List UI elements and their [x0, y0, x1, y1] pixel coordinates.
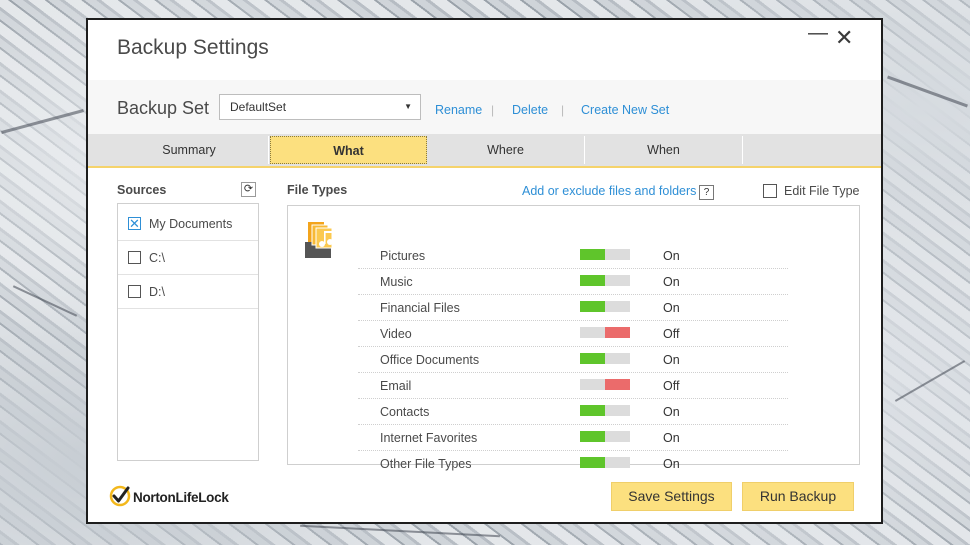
- file-type-state: On: [663, 275, 680, 289]
- toggle-off-indicator: [605, 379, 630, 390]
- file-type-state: Off: [663, 379, 680, 393]
- file-type-state: On: [663, 457, 680, 471]
- file-type-toggle[interactable]: [580, 457, 630, 468]
- file-types-heading: File Types: [287, 183, 348, 197]
- tab-bar: Summary What Where When: [88, 134, 881, 168]
- file-type-state: On: [663, 405, 680, 419]
- close-icon[interactable]: ✕: [835, 25, 853, 51]
- toggle-on-indicator: [580, 457, 605, 468]
- file-type-toggle[interactable]: [580, 327, 630, 338]
- source-label: C:\: [149, 251, 165, 265]
- file-type-row: Internet Favorites On: [358, 424, 788, 451]
- backup-set-bar: Backup Set DefaultSet ▼ Rename | Delete …: [88, 80, 881, 134]
- source-item-my-documents[interactable]: ✕ My Documents: [118, 206, 258, 241]
- edit-file-type-checkbox[interactable]: [763, 184, 777, 198]
- edit-file-type-label: Edit File Type: [784, 184, 860, 198]
- toggle-on-indicator: [580, 431, 605, 442]
- link-separator: |: [561, 103, 565, 117]
- tab-when[interactable]: When: [585, 136, 743, 164]
- norton-check-icon: [109, 485, 131, 507]
- background-crack: [1, 109, 84, 134]
- sources-list: ✕ My Documents C:\ D:\: [117, 203, 259, 461]
- file-type-state: On: [663, 431, 680, 445]
- source-checkbox[interactable]: [128, 285, 141, 298]
- toggle-on-indicator: [580, 301, 605, 312]
- backup-set-label: Backup Set: [117, 98, 210, 118]
- source-checkbox[interactable]: ✕: [128, 217, 141, 230]
- backup-set-selected: DefaultSet: [230, 100, 287, 114]
- file-type-row: Other File Types On: [358, 450, 788, 476]
- file-type-row: Contacts On: [358, 398, 788, 425]
- file-type-toggle[interactable]: [580, 405, 630, 416]
- file-type-toggle[interactable]: [580, 431, 630, 442]
- toggle-off-indicator: [605, 327, 630, 338]
- file-type-name: Video: [380, 327, 412, 341]
- sources-heading: Sources: [117, 183, 167, 197]
- toggle-on-indicator: [580, 405, 605, 416]
- rename-link[interactable]: Rename: [435, 103, 482, 117]
- add-exclude-link[interactable]: Add or exclude files and folders: [522, 184, 696, 198]
- file-type-name: Contacts: [380, 405, 430, 419]
- file-type-state: Off: [663, 327, 680, 341]
- backup-settings-window: Backup Settings — ✕ Backup Set DefaultSe…: [86, 18, 883, 524]
- file-type-name: Music: [380, 275, 413, 289]
- toggle-on-indicator: [580, 249, 605, 260]
- source-item-d-drive[interactable]: D:\: [118, 274, 258, 309]
- file-type-name: Email: [380, 379, 412, 393]
- file-type-name: Pictures: [380, 249, 426, 263]
- file-type-toggle[interactable]: [580, 379, 630, 390]
- file-types-icon: [305, 222, 334, 258]
- help-icon[interactable]: ?: [699, 185, 714, 200]
- run-backup-button[interactable]: Run Backup: [742, 482, 854, 511]
- file-type-row: Pictures On: [358, 242, 788, 269]
- background-crack: [12, 285, 78, 317]
- save-settings-button[interactable]: Save Settings: [611, 482, 732, 511]
- delete-link[interactable]: Delete: [512, 103, 548, 117]
- minimize-icon[interactable]: —: [808, 22, 828, 45]
- file-type-toggle[interactable]: [580, 275, 630, 286]
- file-type-name: Other File Types: [380, 457, 472, 471]
- file-type-row: Video Off: [358, 320, 788, 347]
- file-type-toggle[interactable]: [580, 249, 630, 260]
- background-crack: [894, 360, 966, 402]
- source-checkbox[interactable]: [128, 251, 141, 264]
- file-type-toggle[interactable]: [580, 353, 630, 364]
- background-crack: [887, 75, 968, 108]
- refresh-icon[interactable]: ⟳: [241, 182, 256, 197]
- source-label: D:\: [149, 285, 165, 299]
- file-types-panel: Pictures On Music On Financial Files On …: [287, 205, 860, 471]
- brand-logo: NortonLifeLock: [109, 485, 229, 509]
- link-separator: |: [491, 103, 495, 117]
- file-type-state: On: [663, 353, 680, 367]
- file-type-row: Music On: [358, 268, 788, 295]
- file-type-row: Office Documents On: [358, 346, 788, 373]
- tab-what[interactable]: What: [270, 136, 427, 164]
- toggle-on-indicator: [580, 275, 605, 286]
- file-type-toggle[interactable]: [580, 301, 630, 312]
- brand-name: NortonLifeLock: [133, 490, 229, 505]
- tab-summary[interactable]: Summary: [110, 136, 269, 164]
- source-label: My Documents: [149, 217, 233, 231]
- window-title: Backup Settings: [117, 36, 269, 59]
- file-type-state: On: [663, 301, 680, 315]
- source-item-c-drive[interactable]: C:\: [118, 240, 258, 275]
- file-type-row: Financial Files On: [358, 294, 788, 321]
- backup-set-dropdown[interactable]: DefaultSet ▼: [219, 94, 421, 120]
- file-type-state: On: [663, 249, 680, 263]
- background-crack: [300, 524, 500, 538]
- toggle-on-indicator: [580, 353, 605, 364]
- title-bar: Backup Settings — ✕: [88, 20, 881, 78]
- create-new-set-link[interactable]: Create New Set: [581, 103, 669, 117]
- file-type-name: Office Documents: [380, 353, 480, 367]
- chevron-down-icon: ▼: [404, 102, 412, 111]
- file-type-row: Email Off: [358, 372, 788, 399]
- file-type-name: Financial Files: [380, 301, 460, 315]
- tab-where[interactable]: Where: [427, 136, 585, 164]
- file-type-name: Internet Favorites: [380, 431, 478, 445]
